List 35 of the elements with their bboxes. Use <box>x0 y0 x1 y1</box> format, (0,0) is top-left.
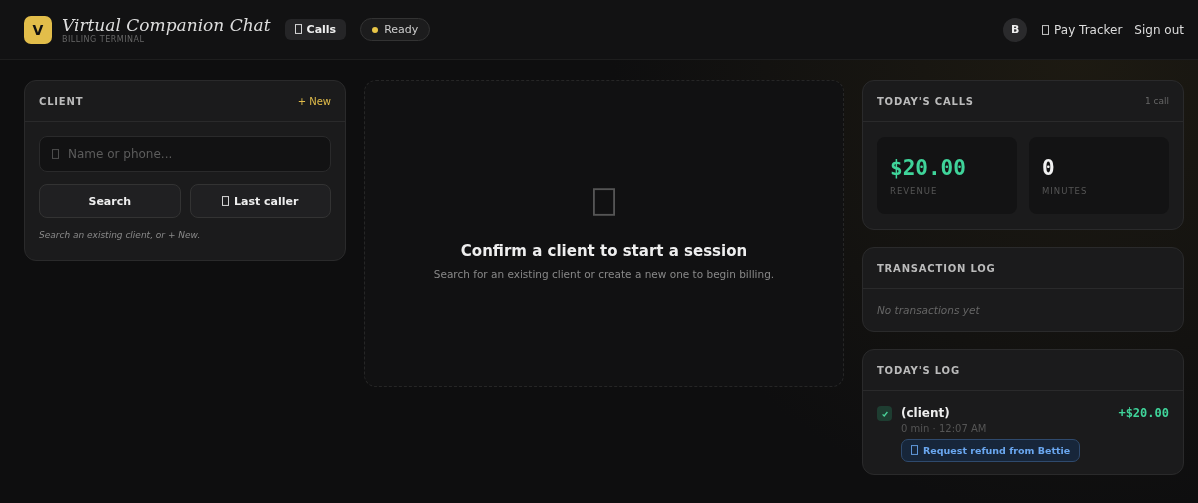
checkmark-icon <box>880 409 889 418</box>
search-button[interactable]: Search <box>39 184 181 218</box>
stat-label: MINUTES <box>1042 185 1089 196</box>
hint-text: Search an existing client, or + New. <box>39 230 202 240</box>
session-text: Search for an existing client or create a new one to begin billing. <box>433 267 775 280</box>
user-avatar[interactable]: B <box>1003 17 1028 42</box>
pay-tracker-link[interactable]: Pay Tracker <box>1042 22 1123 37</box>
entry-name: (client) <box>901 406 950 420</box>
session-title: Confirm a client to start a session <box>460 241 748 260</box>
search-field[interactable]: Name or phone... <box>39 136 331 172</box>
stat-value: 0 <box>1042 155 1056 180</box>
calls-button[interactable]: Calls <box>284 19 347 40</box>
stat-value: $20.00 <box>890 155 967 180</box>
last-caller-button[interactable]: Last caller <box>189 184 331 218</box>
missing-glyph-icon <box>911 445 918 455</box>
stat-label: REVENUE <box>890 185 939 196</box>
logo-badge: V <box>24 15 52 44</box>
entry-amount: +$20.00 <box>1118 406 1169 420</box>
status-label: Ready <box>384 23 419 36</box>
card-title: CLIENT <box>39 95 84 107</box>
refund-button[interactable]: Request refund from Bettie <box>901 439 1081 462</box>
missing-glyph-icon <box>222 195 230 206</box>
sign-out-link[interactable]: Sign out <box>1134 22 1184 37</box>
call-count: 1 call <box>1144 96 1169 106</box>
card-title: TODAY'S LOG <box>877 364 960 376</box>
card-title: TRANSACTION LOG <box>877 262 996 274</box>
checkbox[interactable] <box>877 406 892 421</box>
card-title: TODAY'S CALLS <box>877 95 974 107</box>
missing-glyph-icon <box>294 24 302 34</box>
empty-text: No transactions yet <box>876 303 981 318</box>
missing-glyph-icon <box>1042 24 1050 35</box>
app-subtitle: BILLING TERMINAL <box>62 35 145 44</box>
new-client-link[interactable]: + New <box>297 95 331 107</box>
app-title: Virtual Companion Chat <box>62 15 271 35</box>
placeholder-icon <box>593 187 615 216</box>
